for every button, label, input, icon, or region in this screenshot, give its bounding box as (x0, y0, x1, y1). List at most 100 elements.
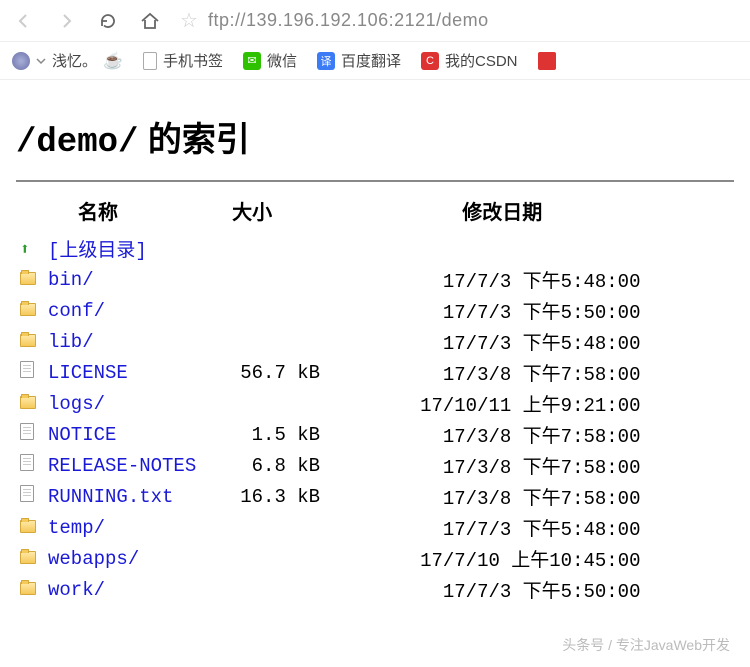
home-button[interactable] (138, 9, 162, 33)
chevron-right-icon (57, 12, 75, 30)
col-name: 名称 (44, 192, 200, 233)
bookmark-label: 我的CSDN (445, 50, 518, 71)
col-size: 大小 (200, 192, 380, 233)
file-link[interactable]: bin/ (48, 269, 94, 291)
file-link[interactable]: NOTICE (48, 424, 116, 446)
file-date: 17/7/3 下午5:48:00 (380, 512, 644, 543)
reload-icon (98, 11, 118, 31)
forward-button[interactable] (54, 9, 78, 33)
file-link[interactable]: RELEASE-NOTES (48, 455, 196, 477)
back-button[interactable] (12, 9, 36, 33)
title-suffix: 的索引 (138, 121, 249, 159)
table-row: RUNNING.txt 16.3 kB17/3/8 下午7:58:00 (16, 481, 645, 512)
url-text: ftp://139.196.192.106:2121/demo (208, 10, 489, 31)
page-content: /demo/ 的索引 名称 大小 修改日期 ⬆ [上级目录] bin/17/7/… (0, 80, 750, 625)
bookmark-qianyi[interactable]: 浅忆。 ☕ (12, 50, 123, 71)
table-row: bin/17/7/3 下午5:48:00 (16, 264, 645, 295)
page-title: /demo/ 的索引 (16, 112, 734, 162)
folder-icon (20, 551, 36, 564)
browser-toolbar: ☆ ftp://139.196.192.106:2121/demo (0, 0, 750, 42)
table-header-row: 名称 大小 修改日期 (16, 192, 645, 233)
chevron-down-icon (36, 56, 46, 66)
coffee-icon: ☕ (103, 51, 123, 71)
file-link[interactable]: webapps/ (48, 548, 139, 570)
file-size (200, 543, 380, 574)
app-icon (538, 52, 556, 70)
file-size: 6.8 kB (200, 450, 380, 481)
bookmark-mobile[interactable]: 手机书签 (143, 50, 223, 71)
chevron-left-icon (15, 12, 33, 30)
folder-icon (20, 303, 36, 316)
reload-button[interactable] (96, 9, 120, 33)
file-link[interactable]: lib/ (48, 331, 94, 353)
table-row: temp/17/7/3 下午5:48:00 (16, 512, 645, 543)
bookmarks-bar: 浅忆。 ☕ 手机书签 ✉ 微信 译 百度翻译 C 我的CSDN (0, 42, 750, 80)
table-row: LICENSE 56.7 kB17/3/8 下午7:58:00 (16, 357, 645, 388)
file-date: 17/3/8 下午7:58:00 (380, 450, 644, 481)
up-arrow-icon: ⬆ (20, 241, 30, 259)
file-link[interactable]: conf/ (48, 300, 105, 322)
file-listing-table: 名称 大小 修改日期 ⬆ [上级目录] bin/17/7/3 下午5:48:00… (16, 192, 645, 605)
title-path: /demo/ (16, 124, 138, 162)
favicon-icon (12, 52, 30, 70)
file-link[interactable]: RUNNING.txt (48, 486, 173, 508)
file-size: 1.5 kB (200, 419, 380, 450)
divider (16, 180, 734, 182)
file-link[interactable]: LICENSE (48, 362, 128, 384)
folder-icon (20, 396, 36, 409)
bookmark-baidu-translate[interactable]: 译 百度翻译 (317, 50, 401, 71)
file-icon (20, 423, 34, 440)
folder-icon (20, 334, 36, 347)
table-row: NOTICE 1.5 kB17/3/8 下午7:58:00 (16, 419, 645, 450)
csdn-icon: C (421, 52, 439, 70)
file-size (200, 574, 380, 605)
table-row: lib/17/7/3 下午5:48:00 (16, 326, 645, 357)
table-row: work/17/7/3 下午5:50:00 (16, 574, 645, 605)
watermark: 头条号 / 专注JavaWeb开发 (562, 635, 730, 655)
parent-dir-link[interactable]: [上级目录] (48, 240, 147, 262)
file-icon (20, 454, 34, 471)
folder-icon (20, 520, 36, 533)
file-size (200, 512, 380, 543)
bookmark-wechat[interactable]: ✉ 微信 (243, 50, 297, 71)
file-date: 17/7/10 上午10:45:00 (380, 543, 644, 574)
file-link[interactable]: temp/ (48, 517, 105, 539)
file-date: 17/3/8 下午7:58:00 (380, 481, 644, 512)
page-icon (143, 52, 157, 70)
baidu-icon: 译 (317, 52, 335, 70)
file-date: 17/7/3 下午5:50:00 (380, 574, 644, 605)
file-size (200, 326, 380, 357)
table-row: RELEASE-NOTES6.8 kB17/3/8 下午7:58:00 (16, 450, 645, 481)
table-row: conf/17/7/3 下午5:50:00 (16, 295, 645, 326)
file-link[interactable]: logs/ (48, 393, 105, 415)
bookmark-star-icon[interactable]: ☆ (180, 8, 198, 33)
file-date: 17/7/3 下午5:48:00 (380, 264, 644, 295)
bookmark-label: 微信 (267, 50, 297, 71)
file-date: 17/3/8 下午7:58:00 (380, 357, 644, 388)
file-date: 17/10/11 上午9:21:00 (380, 388, 644, 419)
file-link[interactable]: work/ (48, 579, 105, 601)
folder-icon (20, 582, 36, 595)
folder-icon (20, 272, 36, 285)
parent-dir-row: ⬆ [上级目录] (16, 233, 645, 264)
file-size: 56.7 kB (200, 357, 380, 388)
file-date: 17/7/3 下午5:50:00 (380, 295, 644, 326)
file-icon (20, 361, 34, 378)
file-size (200, 388, 380, 419)
bookmark-label: 百度翻译 (341, 50, 401, 71)
bookmark-csdn[interactable]: C 我的CSDN (421, 50, 518, 71)
file-date: 17/7/3 下午5:48:00 (380, 326, 644, 357)
home-icon (139, 10, 161, 32)
file-size (200, 264, 380, 295)
file-size: 16.3 kB (200, 481, 380, 512)
col-date: 修改日期 (380, 192, 644, 233)
file-icon (20, 485, 34, 502)
wechat-icon: ✉ (243, 52, 261, 70)
table-row: webapps/17/7/10 上午10:45:00 (16, 543, 645, 574)
file-size (200, 295, 380, 326)
bookmark-extra[interactable] (538, 52, 556, 70)
table-row: logs/17/10/11 上午9:21:00 (16, 388, 645, 419)
file-date: 17/3/8 下午7:58:00 (380, 419, 644, 450)
address-bar[interactable]: ☆ ftp://139.196.192.106:2121/demo (180, 8, 738, 33)
bookmark-label: 浅忆。 (52, 50, 97, 71)
